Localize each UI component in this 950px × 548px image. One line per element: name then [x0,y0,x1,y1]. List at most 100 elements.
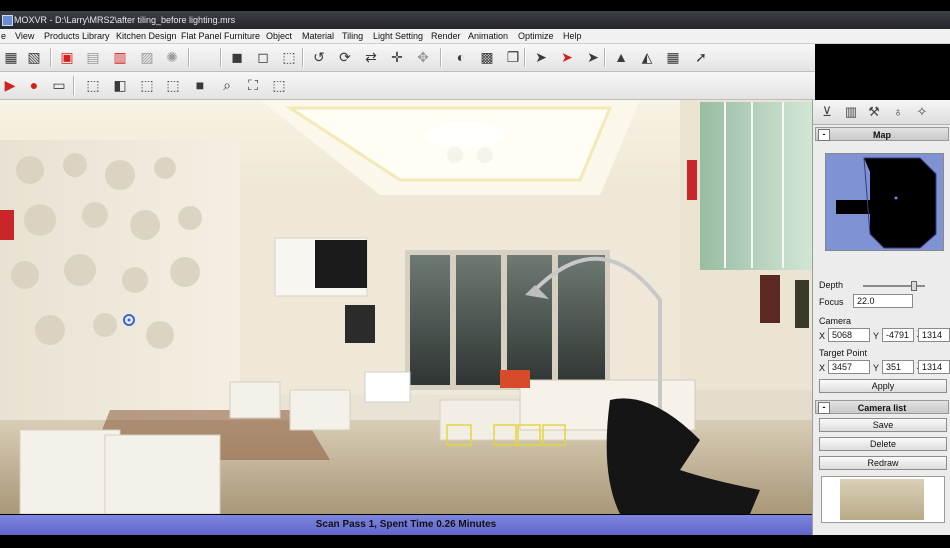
target-x-input[interactable]: 3457 [828,360,870,374]
texture-button[interactable]: ▦ [663,47,683,67]
view-top-button[interactable]: ◧ [110,75,130,95]
menu-object[interactable]: Object [266,30,292,42]
map-section-title: Map [873,130,891,140]
cube-wire-button[interactable]: ⬚ [279,47,299,67]
camera-panel: ⊻ ▥ ⚒ ♁ ✧ - Map Depth Focus 22.0 Camera X 50… [812,100,950,535]
menu-help[interactable]: Help [563,30,582,42]
rotate-orbit-button[interactable]: ⟳ [335,47,355,67]
remove-object-button[interactable]: ▥ [110,47,130,67]
focus-input[interactable]: 22.0 [853,294,913,308]
record-icon: ● [29,77,39,93]
tools-icon[interactable]: ⚒ [864,102,884,122]
render-viewport[interactable] [0,100,812,514]
camera-y-label: Y [873,331,880,341]
rotate-left-button[interactable]: ↺ [309,47,329,67]
move-cross-icon: ✛ [391,49,403,65]
select-button[interactable]: ▦ [1,47,21,67]
pointer-button[interactable]: ➤ [531,47,551,67]
cube-shaded-button[interactable]: ◼ [227,47,247,67]
menu-products-library[interactable]: Products Library [44,30,110,42]
delete-object-button[interactable]: ▣ [57,47,77,67]
group-icon: ▧ [27,49,41,65]
menu-material[interactable]: Material [302,30,334,42]
rotate-orbit-icon: ⟳ [339,49,351,65]
menu-file[interactable]: e [1,30,6,42]
camera-button[interactable]: ▭ [49,75,69,95]
play-button[interactable]: ▶ [0,75,20,95]
spotlight-icon[interactable]: ✧ [912,102,932,122]
menu-optimize[interactable]: Optimize [518,30,554,42]
paint-bucket-button[interactable]: ◐ [451,47,471,67]
cube-front-button[interactable]: ◻ [253,47,273,67]
toolbar-separator [220,48,222,67]
terrain-button[interactable]: ◭ [637,47,657,67]
move-cross-button[interactable]: ✛ [387,47,407,67]
target-point-label: Target Point [819,348,868,358]
redraw-button[interactable]: Redraw [819,456,947,470]
swap-button[interactable]: ⇄ [361,47,381,67]
camera-x-label: X [819,331,826,341]
depth-slider[interactable] [863,281,925,291]
menu-light-setting[interactable]: Light Setting [373,30,423,42]
map-collapse-button[interactable]: - [818,129,830,141]
depth-slider-thumb[interactable] [911,281,917,291]
document-button[interactable]: ❐ [503,47,523,67]
pointer-arrow-button[interactable]: ➚ [691,47,711,67]
move-object-icon: ▤ [86,49,100,65]
snap-icon: ✥ [417,49,429,65]
camera-x-input[interactable]: 5068 [828,328,870,342]
material-box-button[interactable]: ▩ [477,47,497,67]
camera-y-input[interactable]: -4791 [882,328,914,342]
menu-render[interactable]: Render [431,30,461,42]
camera-tripod-icon[interactable]: ⊻ [817,102,837,122]
toolbar-separator [604,48,606,67]
camera-list-header[interactable]: - Camera list [815,400,949,414]
pointer-x-button[interactable]: ➤ [557,47,577,67]
target-z-input[interactable]: 1314 [918,360,950,374]
view-solid-button[interactable]: ■ [190,75,210,95]
view-perspective-button[interactable]: ⬚ [83,75,103,95]
room-render [0,100,812,514]
menu-kitchen-design[interactable]: Kitchen Design [116,30,177,42]
map-section-header[interactable]: - Map [815,127,949,141]
title-bar: MOXVR - D:\Larry\MRS2\after tiling_befor… [0,11,950,29]
toolbar-separator [440,48,442,67]
save-camera-button[interactable]: Save [819,418,947,432]
view-front-button[interactable]: ⬚ [137,75,157,95]
target-x-label: X [819,363,826,373]
view-box-icon: ⬚ [272,77,286,93]
light-burst-button[interactable]: ✺ [162,47,182,67]
camera-label: Camera [819,316,852,326]
menu-bar: e View Products Library Kitchen Design F… [0,29,950,44]
copy-object-button[interactable]: ▨ [137,47,157,67]
camera-list-collapse-button[interactable]: - [818,402,830,414]
snap-button[interactable]: ✥ [413,47,433,67]
object-icon[interactable]: ▥ [841,102,861,122]
zoom-extents-button[interactable]: ⛶ [243,75,263,95]
move-object-button[interactable]: ▤ [83,47,103,67]
copy-object-icon: ▨ [140,49,154,65]
apply-button[interactable]: Apply [819,379,947,393]
delete-camera-button[interactable]: Delete [819,437,947,451]
view-side-button[interactable]: ⬚ [163,75,183,95]
play-icon: ▶ [4,77,16,93]
menu-animation[interactable]: Animation [468,30,508,42]
target-y-input[interactable]: 351 [882,360,914,374]
light-bulb-icon[interactable]: ♁ [888,102,908,122]
swap-icon: ⇄ [365,49,377,65]
pointer-select-button[interactable]: ➤ [583,47,603,67]
camera-thumbnail[interactable] [821,476,945,523]
zoom-button[interactable]: ⌕ [217,75,237,95]
cube-front-icon: ◻ [257,49,269,65]
toolbar-separator [524,48,526,67]
camera-z-input[interactable]: 1314 [918,328,950,342]
roof-button[interactable]: ▲ [611,47,631,67]
menu-flat-panel-furniture[interactable]: Flat Panel Furniture [181,30,260,42]
record-button[interactable]: ● [24,75,44,95]
minimap[interactable] [825,153,944,251]
menu-view[interactable]: View [15,30,34,42]
menu-tiling[interactable]: Tiling [342,30,363,42]
view-box-button[interactable]: ⬚ [269,75,289,95]
camera-thumbnail-image [840,479,924,520]
group-button[interactable]: ▧ [24,47,44,67]
